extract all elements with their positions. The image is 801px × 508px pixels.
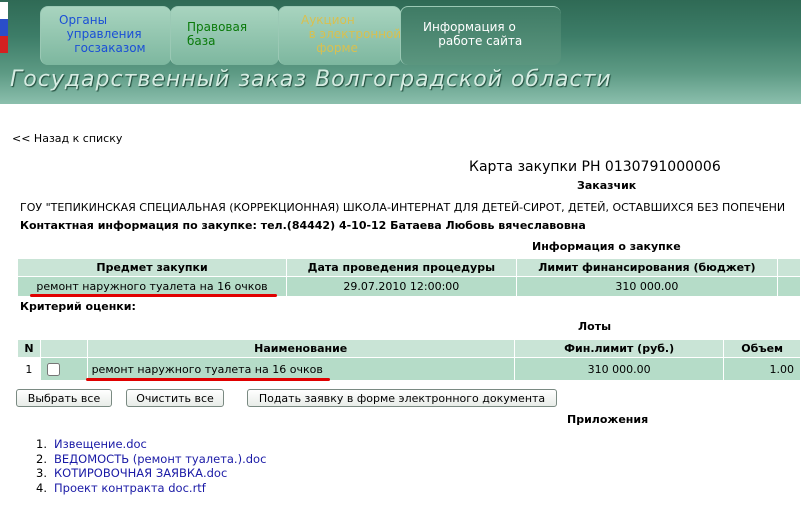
back-to-list-link[interactable]: << Назад к списку: [12, 132, 122, 145]
purchase-subject-header: Предмет закупки: [16, 258, 288, 277]
red-underline-annotation: [30, 294, 277, 297]
purchase-info-heading: Информация о закупке: [532, 240, 681, 253]
red-underline-annotation: [86, 378, 330, 381]
financing-limit-header: Лимит финансирования (бюджет): [515, 258, 779, 277]
attachment-link[interactable]: КОТИРОВОЧНАЯ ЗАЯВКА.doc: [54, 466, 227, 480]
customer-heading: Заказчик: [577, 179, 637, 192]
select-all-button[interactable]: Выбрать все: [16, 389, 112, 407]
lot-number-cell: 1: [17, 357, 41, 381]
site-header: Органы управления госзаказом Правовая ба…: [0, 0, 801, 104]
nav-label-legal[interactable]: Правовая база: [187, 20, 247, 48]
lots-heading: Лоты: [578, 320, 612, 333]
page-title: Карта закупки РН 0130791000006: [469, 159, 721, 175]
nav-item-auction[interactable]: Аукцион в электронной форме: [278, 6, 401, 65]
lot-number-header: N: [17, 339, 41, 358]
lot-name-header: Наименование: [86, 339, 515, 358]
flag-icon: [0, 2, 8, 54]
lot-select-header: [39, 339, 88, 358]
attachment-link[interactable]: Проект контракта doc.rtf: [54, 481, 206, 495]
lot-limit-header: Фин.лимит (руб.): [513, 339, 725, 358]
lot-volume-cell: 1.00: [723, 357, 801, 381]
nav-item-legal[interactable]: Правовая база: [170, 6, 279, 65]
list-item: 1. Извещение.doc: [36, 437, 147, 451]
lots-table: N Наименование Фин.лимит (руб.) Объем 1 …: [17, 339, 801, 381]
list-item: 4. Проект контракта doc.rtf: [36, 480, 206, 495]
list-item: 2. ВЕДОМОСТЬ (ремонт туалета.).doc: [36, 451, 267, 466]
lot-limit-cell: 310 000.00: [513, 357, 725, 381]
submit-application-button[interactable]: Подать заявку в форме электронного докум…: [247, 389, 557, 407]
list-item: 3. КОТИРОВОЧНАЯ ЗАЯВКА.doc: [36, 466, 228, 480]
financing-limit-cell: 310 000.00: [515, 276, 779, 297]
customer-name: ГОУ "ТЕПИКИНСКАЯ СПЕЦИАЛЬНАЯ (КОРРЕКЦИОН…: [20, 201, 786, 214]
nav-item-management[interactable]: Органы управления госзаказом: [40, 6, 171, 65]
contact-info: Контактная информация по закупке: тел.(8…: [20, 219, 586, 232]
procedure-date-cell: 29.07.2010 12:00:00: [286, 276, 517, 297]
clear-all-button[interactable]: Очистить все: [126, 389, 224, 407]
nav-label-management[interactable]: Органы управления госзаказом: [59, 13, 146, 55]
purchase-table: Предмет закупки Дата проведения процедур…: [16, 258, 801, 297]
attachments-list: 1. Извещение.doc 2. ВЕДОМОСТЬ (ремонт туал…: [36, 437, 266, 495]
nav-label-auction[interactable]: Аукцион в электронной форме: [301, 13, 401, 55]
nav-label-site-info[interactable]: Информация о работе сайта: [423, 20, 522, 48]
attachment-link[interactable]: ВЕДОМОСТЬ (ремонт туалета.).doc: [54, 452, 266, 466]
site-title: Государственный заказ Волгоградской обла…: [10, 67, 612, 92]
lot-checkbox[interactable]: [46, 362, 60, 376]
criteria-label: Критерий оценки:: [20, 300, 136, 313]
attachment-link[interactable]: Извещение.doc: [54, 437, 147, 451]
lot-checkbox-cell: [39, 357, 88, 381]
lot-volume-header: Объем: [723, 339, 801, 358]
procedure-date-header: Дата проведения процедуры: [286, 258, 517, 277]
attachments-heading: Приложения: [567, 413, 649, 426]
nav-item-site-info[interactable]: Информация о работе сайта: [400, 6, 561, 65]
